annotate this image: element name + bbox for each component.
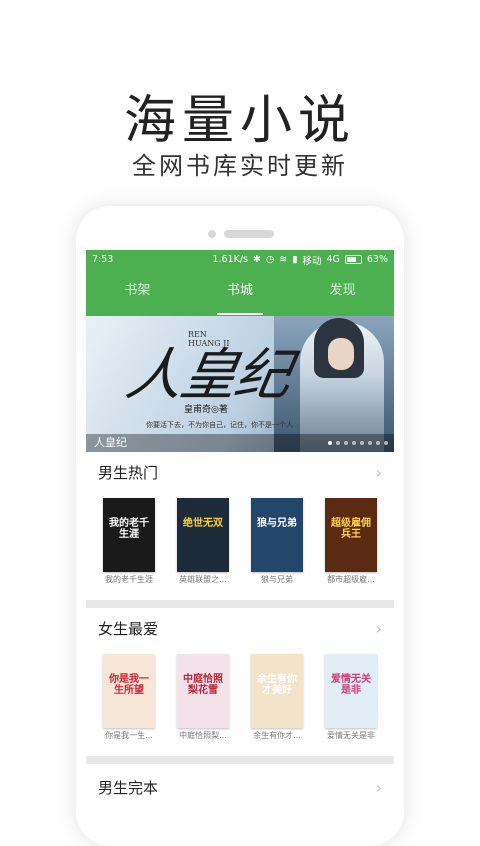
book-row: 你是我一生所望 你是我一生... 中庭恰照梨花雪 中庭恰照梨... 余生有你才美好 余生有… xyxy=(86,648,394,741)
book-name: 都市超级雇... xyxy=(327,575,375,584)
wifi-icon: ≋ xyxy=(279,254,288,265)
tab-bar: 书架 书城 发现 xyxy=(86,269,394,316)
book-name: 爱情无关是非 xyxy=(327,731,375,740)
status-bar: 7:53 1.61K/s ✱ ◷ ≋ ▮ 移动 4G 63% xyxy=(86,250,394,269)
book-cover[interactable]: 绝世无双 xyxy=(177,498,229,572)
book-cover-title: 我的老千生涯 xyxy=(109,518,149,540)
book-name: 我的老千生涯 xyxy=(105,575,153,584)
book-name: 你是我一生... xyxy=(105,731,153,740)
section-title: 男生热门 xyxy=(98,463,159,482)
book-cover-title: 中庭恰照梨花雪 xyxy=(183,674,223,696)
section-divider xyxy=(86,600,394,608)
pager-dot[interactable] xyxy=(368,441,372,445)
pager-dot[interactable] xyxy=(384,441,388,445)
book-item[interactable]: 狼与兄弟 狼与兄弟 xyxy=(245,498,309,585)
section-divider xyxy=(86,756,394,764)
book-item[interactable]: 中庭恰照梨花雪中庭恰照梨... xyxy=(171,654,235,741)
book-cover[interactable]: 狼与兄弟 xyxy=(251,498,303,572)
book-name: 中庭恰照梨... xyxy=(179,731,227,740)
chevron-right-icon[interactable]: › xyxy=(376,619,382,638)
book-cover[interactable]: 爱情无关是非 xyxy=(325,654,377,728)
pager-dot[interactable] xyxy=(328,441,332,445)
book-name: 余生有你才... xyxy=(253,731,301,740)
book-section: 女生最爱 › 你是我一生所望 你是我一生... 中庭恰照梨花雪 中庭恰照梨... 余生有你才… xyxy=(86,608,394,756)
status-icons: 1.61K/s ✱ ◷ ≋ ▮ 移动 4G 63% xyxy=(212,253,388,267)
chevron-right-icon[interactable]: › xyxy=(376,463,382,482)
banner[interactable]: 人皇纪 REN HUANG JI 皇甫奇◎著 你要活下去，不为你自己，记住，你不… xyxy=(86,316,394,452)
banner-latin-title: REN HUANG JI xyxy=(188,330,230,348)
book-cover-title: 余生有你才美好 xyxy=(257,674,297,696)
section-title: 男生完本 xyxy=(98,778,159,797)
book-item[interactable]: 超级雇佣兵王都市超级雇... xyxy=(319,498,383,585)
book-section: 男生热门 › 我的老千生涯 我的老千生涯 绝世无双 英雄联盟之... 狼与兄弟 狼与兄弟 超级雇… xyxy=(86,452,394,600)
section-completed-male[interactable]: 男生完本 › xyxy=(86,764,394,800)
book-cover-title: 超级雇佣兵王 xyxy=(331,518,371,540)
banner-pager xyxy=(328,441,388,445)
app-screen: 7:53 1.61K/s ✱ ◷ ≋ ▮ 移动 4G 63% 书架 书城 发现 … xyxy=(86,250,394,800)
pager-dot[interactable] xyxy=(360,441,364,445)
promo-title: 海量小说 xyxy=(123,91,356,151)
section-header[interactable]: 女生最爱 › xyxy=(86,608,394,648)
pager-dot[interactable] xyxy=(344,441,348,445)
book-cover-title: 你是我一生所望 xyxy=(109,674,149,696)
book-item[interactable]: 你是我一生所望你是我一生... xyxy=(97,654,161,741)
book-row: 我的老千生涯 我的老千生涯 绝世无双 英雄联盟之... 狼与兄弟 狼与兄弟 超级雇佣兵王 都市… xyxy=(86,492,394,585)
battery-icon xyxy=(344,255,362,264)
promo-subtitle: 全网书库实时更新 xyxy=(132,152,348,180)
tab-bookstore[interactable]: 书城 xyxy=(189,269,292,316)
section-header[interactable]: 男生热门 › xyxy=(86,452,394,492)
book-name: 狼与兄弟 xyxy=(261,575,293,584)
phone-speaker xyxy=(224,230,274,238)
pager-dot[interactable] xyxy=(376,441,380,445)
book-item[interactable]: 余生有你才美好余生有你才... xyxy=(245,654,309,741)
banner-hero-face xyxy=(328,338,354,370)
book-item[interactable]: 爱情无关是非 爱情无关是非 xyxy=(319,654,383,741)
tab-bookshelf[interactable]: 书架 xyxy=(86,269,189,316)
battery-level: 63% xyxy=(366,254,388,265)
status-time: 7:53 xyxy=(92,254,114,265)
book-cover[interactable]: 超级雇佣兵王 xyxy=(325,498,377,572)
book-name: 英雄联盟之... xyxy=(179,575,227,584)
book-cover-title: 绝世无双 xyxy=(183,518,223,529)
banner-tagline: 你要活下去，不为你自己，记住，你不是一个人 xyxy=(146,421,293,429)
alarm-icon: ◷ xyxy=(265,254,275,265)
pager-dot[interactable] xyxy=(352,441,356,445)
signal-icon: ▮ xyxy=(292,254,298,265)
chevron-right-icon[interactable]: › xyxy=(376,778,382,797)
book-cover[interactable]: 中庭恰照梨花雪 xyxy=(177,654,229,728)
phone-camera xyxy=(208,230,216,238)
book-cover-title: 爱情无关是非 xyxy=(331,674,371,696)
book-item[interactable]: 绝世无双英雄联盟之... xyxy=(171,498,235,585)
banner-author: 皇甫奇◎著 xyxy=(184,405,228,415)
book-cover-title: 狼与兄弟 xyxy=(257,518,297,529)
book-cover[interactable]: 余生有你才美好 xyxy=(251,654,303,728)
carrier: 移动 xyxy=(302,255,322,267)
book-item[interactable]: 我的老千生涯 我的老千生涯 xyxy=(97,498,161,585)
network-type: 4G xyxy=(326,254,340,265)
section-title: 女生最爱 xyxy=(98,619,159,638)
book-cover[interactable]: 我的老千生涯 xyxy=(103,498,155,572)
tab-discover[interactable]: 发现 xyxy=(291,269,394,316)
net-speed: 1.61K/s xyxy=(212,254,248,265)
pager-dot[interactable] xyxy=(336,441,340,445)
bluetooth-icon: ✱ xyxy=(252,254,261,265)
book-cover[interactable]: 你是我一生所望 xyxy=(103,654,155,728)
